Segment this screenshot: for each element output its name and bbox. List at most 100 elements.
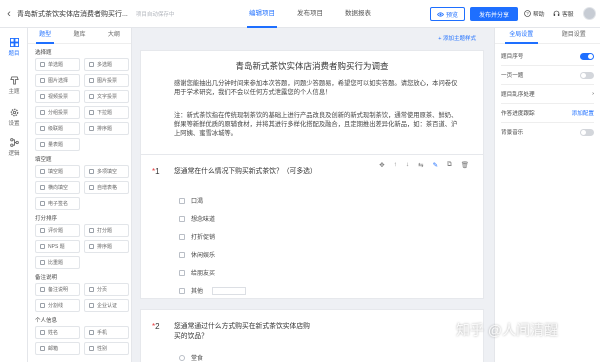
rail-item-logic[interactable]: 逻辑 (0, 138, 28, 157)
question-type-button[interactable]: 分割线 (35, 299, 80, 312)
checkbox[interactable] (179, 197, 185, 204)
one-per-page-toggle[interactable] (580, 71, 594, 79)
question-type-label: 排序题 (97, 244, 113, 250)
option-row[interactable]: 想念味道 (179, 214, 215, 223)
question-type-button[interactable]: 打分题 (84, 224, 129, 237)
chevron-right-icon: › (592, 91, 594, 97)
question-text[interactable]: 您通常通过什么方式购买在新式茶饮实体店购买的饮品？ (174, 322, 316, 342)
question-type-button[interactable]: 排序题 (84, 240, 129, 253)
question-type-button[interactable]: 多项填空 (84, 165, 129, 178)
question-type-icon (89, 244, 94, 249)
question-type-icon (40, 346, 45, 351)
rail-item-settings[interactable]: 设置 (0, 108, 28, 127)
question-type-button[interactable]: 单选题 (35, 58, 80, 71)
checkbox[interactable] (179, 269, 185, 276)
question-numbering-toggle[interactable] (580, 52, 594, 60)
question-type-label: 级联题 (48, 126, 64, 132)
move-down-icon[interactable]: ↓ (406, 161, 409, 169)
survey-intro[interactable]: 感谢您能抽出几分钟时间来参加本次答题，问题少答题易，希望您可以如实答题。请您放心… (174, 79, 460, 97)
question-type-button[interactable]: 自增表格 (84, 181, 129, 194)
question-type-label: 分组投票 (48, 110, 69, 116)
question-type-button[interactable]: 企业认证 (84, 299, 129, 312)
tab-question-settings[interactable]: 题目设置 (548, 28, 600, 43)
survey-doc-title[interactable]: 青岛新式茶饮实体店消费者购买行... (17, 9, 128, 19)
question-type-button[interactable]: 邮箱 (35, 342, 80, 355)
user-avatar[interactable] (583, 7, 596, 20)
setting-shuffle[interactable]: 题目乱序处理 › (501, 90, 594, 98)
tab-global-settings[interactable]: 全局设置 (495, 28, 548, 44)
publish-share-button[interactable]: 发布并分享 (470, 7, 518, 21)
question-type-button[interactable]: 性别 (84, 342, 129, 355)
question-type-label: 图片投票 (97, 78, 118, 84)
other-text-input[interactable] (212, 286, 247, 295)
tab-question-bank[interactable]: 题库 (62, 28, 96, 43)
checkbox[interactable] (179, 287, 185, 294)
question-type-button[interactable]: 级联题 (35, 122, 80, 135)
question-type-button[interactable]: 多选题 (84, 58, 129, 71)
question-type-button[interactable]: 图片投票 (84, 74, 129, 87)
question-type-button[interactable]: 评价题 (35, 224, 80, 237)
question-type-button[interactable]: 分页 (84, 283, 129, 296)
question-type-button[interactable]: 下拉题 (84, 106, 129, 119)
survey-title[interactable]: 青岛新式茶饮实体店消费者购买行为调查 (141, 60, 483, 72)
option-row-other[interactable]: 其他 (179, 286, 247, 295)
tab-edit-project[interactable]: 编辑项目 (238, 0, 286, 28)
tab-publish-project[interactable]: 发布项目 (286, 0, 334, 28)
add-config-link[interactable]: 添加配置 (572, 109, 594, 117)
radio[interactable] (179, 354, 185, 361)
question-type-button[interactable]: 比重题 (35, 256, 80, 269)
question-type-label: 评价题 (48, 228, 64, 234)
question-type-button[interactable]: 分组投票 (35, 106, 80, 119)
add-theme-style-link[interactable]: + 添加主题样式 (438, 34, 476, 42)
option-row[interactable]: 堂食 (179, 353, 203, 362)
tab-data-report[interactable]: 数据报表 (334, 0, 382, 28)
option-row[interactable]: 休闲娱乐 (179, 250, 215, 259)
tab-outline[interactable]: 大纲 (97, 28, 131, 43)
setting-progress-tracking: 作答进度跟踪 添加配置 (501, 109, 594, 117)
checkbox[interactable] (179, 233, 185, 240)
question-card-2[interactable]: *2 您通常通过什么方式购买在新式茶饮实体店购买的饮品？ 堂食 (140, 309, 484, 362)
survey-note[interactable]: 注：新式茶饮指在传统现制茶饮的基础上进行产品改良及创新的新式现制茶饮，通常使用原… (174, 111, 460, 138)
question-type-button[interactable]: 姓名 (35, 326, 80, 339)
background-music-toggle[interactable] (580, 128, 594, 136)
preview-button[interactable]: 预览 (430, 7, 465, 21)
rail-label-settings: 设置 (8, 121, 20, 127)
question-type-button[interactable]: 图片选择 (35, 74, 80, 87)
rail-item-theme[interactable]: 主题 (0, 76, 28, 95)
question-type-button[interactable]: 手机 (84, 326, 129, 339)
checkbox[interactable] (179, 251, 185, 258)
option-row[interactable]: 给朋友买 (179, 268, 215, 277)
rail-label-theme: 主题 (8, 89, 20, 95)
option-row[interactable]: 口渴 (179, 196, 203, 205)
option-row[interactable]: 打折促销 (179, 232, 215, 241)
question-type-icon (89, 303, 94, 308)
rail-item-questions[interactable]: 题目 (0, 38, 28, 57)
question-type-button[interactable]: 排序题 (84, 122, 129, 135)
option-label: 打折促销 (191, 235, 216, 241)
question-type-button[interactable]: 视频投票 (35, 90, 80, 103)
tab-question-types[interactable]: 题型 (28, 28, 62, 44)
question-type-label: 填空题 (48, 169, 64, 175)
question-type-button[interactable]: 横向填空 (35, 181, 80, 194)
back-arrow-icon[interactable]: ‹ (2, 8, 16, 20)
question-text[interactable]: 您通常在什么情况下购买新式茶饮？（可多选） (174, 167, 317, 177)
checkbox[interactable] (179, 215, 185, 222)
copy-icon[interactable]: ⧉ (447, 161, 452, 169)
delete-icon[interactable]: 🗑 (461, 161, 469, 169)
move-up-icon[interactable]: ↑ (394, 161, 397, 169)
question-type-button[interactable]: 备注说明 (35, 283, 80, 296)
customer-service-link[interactable]: 客服 (553, 9, 574, 18)
question-type-label: 视频投票 (48, 94, 69, 100)
question-type-button[interactable]: 电子签名 (35, 197, 80, 210)
question-type-button[interactable]: 填空题 (35, 165, 80, 178)
logic-branch-icon[interactable]: ⇆ (418, 161, 423, 169)
question-card-1[interactable]: *1 您通常在什么情况下购买新式茶饮？（可多选） ✥ ↑ ↓ ⇆ ✎ ⧉ 🗑 口… (140, 154, 484, 299)
help-link[interactable]: ? 帮助 (524, 9, 545, 18)
option-label: 想念味道 (191, 217, 216, 223)
question-type-button[interactable]: NPS 题 (35, 240, 80, 253)
move-icon[interactable]: ✥ (379, 161, 384, 169)
theme-icon (9, 76, 19, 85)
edit-icon[interactable]: ✎ (433, 161, 438, 169)
question-type-button[interactable]: 文字投票 (84, 90, 129, 103)
question-type-button[interactable]: 量表题 (35, 138, 80, 151)
